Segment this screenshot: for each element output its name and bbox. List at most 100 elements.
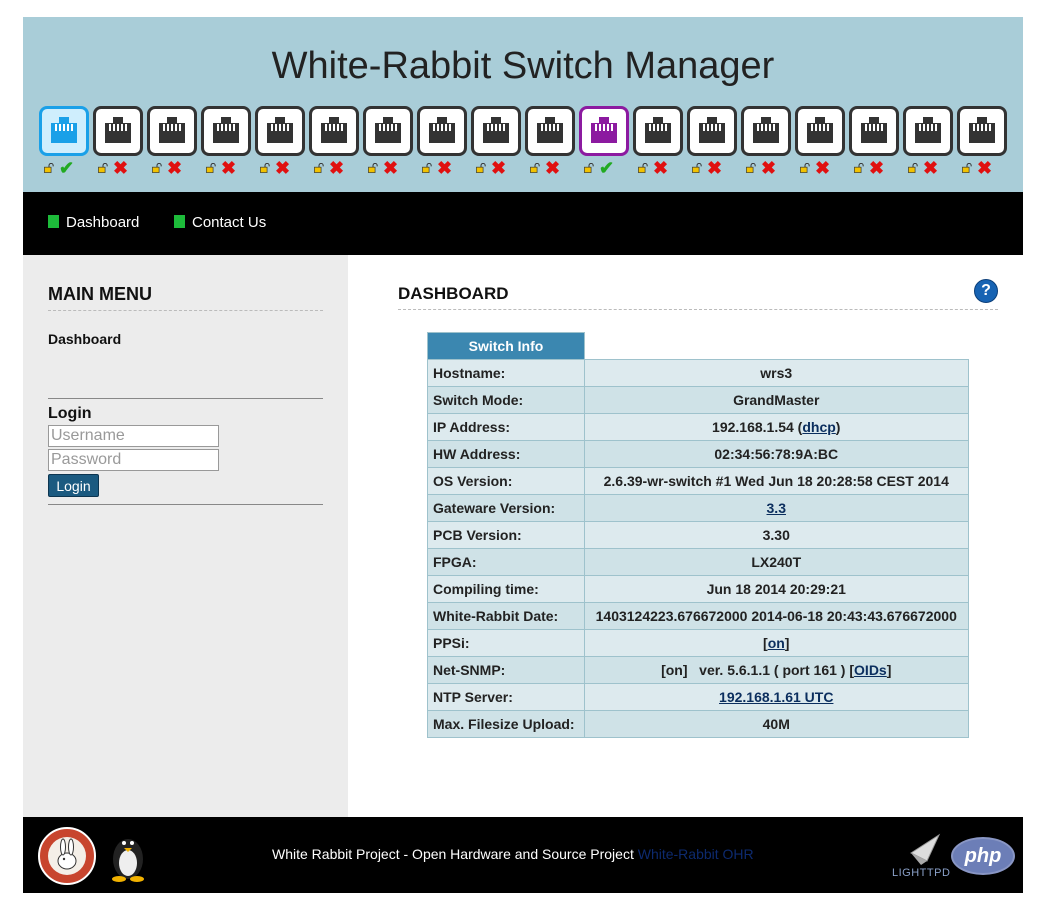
- unlocked-icon: [260, 163, 270, 173]
- square-bullet-icon: [174, 215, 185, 228]
- nav-dashboard-label: Dashboard: [66, 214, 140, 231]
- cross-icon: ✖: [221, 158, 237, 178]
- ethernet-port-icon: [579, 106, 629, 156]
- row-value: GrandMaster: [584, 386, 969, 414]
- ethernet-port-icon: [147, 106, 197, 156]
- row-value: 3.30: [584, 521, 969, 549]
- row-label: Gateware Version:: [427, 494, 585, 522]
- unlocked-icon: [152, 163, 162, 173]
- port-4[interactable]: ✖: [201, 106, 251, 178]
- table-row: Gateware Version: 3.3: [427, 494, 969, 522]
- gateware-link[interactable]: 3.3: [767, 500, 786, 516]
- port-17[interactable]: ✖: [903, 106, 953, 178]
- cross-icon: ✖: [923, 158, 939, 178]
- nav-contact-us[interactable]: Contact Us: [174, 214, 266, 231]
- port-12[interactable]: ✖: [633, 106, 683, 177]
- ethernet-port-icon: [633, 106, 683, 156]
- nav-dashboard[interactable]: Dashboard: [48, 214, 139, 231]
- port-5[interactable]: ✖: [255, 106, 305, 178]
- password-input[interactable]: [48, 449, 219, 471]
- port-8[interactable]: ✖: [417, 106, 467, 178]
- oids-link[interactable]: OIDs: [854, 662, 887, 678]
- table-row: HW Address: 02:34:56:78:9A:BC: [427, 440, 969, 468]
- port-3[interactable]: ✖: [147, 106, 197, 177]
- table-row: NTP Server: 192.168.1.61 UTC: [427, 683, 969, 711]
- cross-icon: ✖: [869, 158, 885, 178]
- divider: [48, 504, 323, 505]
- ethernet-port-icon: [687, 106, 737, 156]
- row-value: [on]: [584, 629, 969, 657]
- unlocked-icon: [44, 163, 54, 173]
- sidebar-title: MAIN MENU: [48, 284, 152, 304]
- ethernet-port-icon: [795, 106, 845, 156]
- port-6[interactable]: ✖: [309, 106, 359, 178]
- divider: [398, 309, 998, 310]
- row-label: FPGA:: [427, 548, 585, 576]
- cross-icon: ✖: [977, 158, 993, 178]
- unlocked-icon: [314, 163, 324, 173]
- cross-icon: ✖: [761, 158, 777, 178]
- unlocked-icon: [584, 163, 594, 173]
- row-label: IP Address:: [427, 413, 585, 441]
- port-7[interactable]: ✖: [363, 106, 413, 177]
- square-bullet-icon: [48, 215, 59, 228]
- row-value: 192.168.1.54 (dhcp): [584, 413, 969, 441]
- port-10[interactable]: ✖: [525, 106, 575, 178]
- divider: [48, 398, 323, 399]
- ethernet-port-icon: [471, 106, 521, 156]
- table-row: OS Version: 2.6.39-wr-switch #1 Wed Jun …: [427, 467, 969, 495]
- table-row: Max. Filesize Upload: 40M: [427, 710, 969, 738]
- cross-icon: ✖: [329, 158, 345, 178]
- table-header: Switch Info: [427, 332, 585, 360]
- row-value: 2.6.39-wr-switch #1 Wed Jun 18 20:28:58 …: [584, 467, 969, 495]
- unlocked-icon: [854, 163, 864, 173]
- row-value: wrs3: [584, 359, 969, 387]
- cross-icon: ✖: [545, 158, 561, 178]
- port-15[interactable]: ✖: [795, 106, 845, 177]
- row-label: Max. Filesize Upload:: [427, 710, 585, 738]
- help-icon[interactable]: ?: [974, 279, 998, 303]
- row-label: PCB Version:: [427, 521, 585, 549]
- port-11[interactable]: ✔: [579, 106, 629, 177]
- login-button[interactable]: Login: [48, 474, 99, 497]
- unlocked-icon: [476, 163, 486, 173]
- ppsi-link[interactable]: on: [768, 635, 785, 651]
- row-value: 3.3: [584, 494, 969, 522]
- tux-logo: [112, 839, 144, 882]
- ethernet-port-icon: [525, 106, 575, 156]
- svg-text:LIGHTTPD: LIGHTTPD: [892, 867, 950, 879]
- row-label: White-Rabbit Date:: [427, 602, 585, 630]
- rabbit-icon: [57, 838, 77, 870]
- dhcp-link[interactable]: dhcp: [802, 419, 835, 435]
- page-title: White-Rabbit Switch Manager: [271, 45, 775, 87]
- cross-icon: ✖: [437, 158, 453, 178]
- switch-info-table: Switch Info Hostname: wrs3 Switch Mode: …: [427, 332, 969, 738]
- port-14[interactable]: ✖: [741, 106, 791, 178]
- unlocked-icon: [746, 163, 756, 173]
- username-input[interactable]: [48, 425, 219, 447]
- port-1[interactable]: ✔: [39, 106, 89, 178]
- port-18[interactable]: ✖: [957, 106, 1007, 178]
- row-value: 1403124223.676672000 2014-06-18 20:43:43…: [584, 602, 969, 630]
- unlocked-icon: [422, 163, 432, 173]
- unlocked-icon: [800, 163, 810, 173]
- ip-value: 192.168.1.54: [712, 419, 794, 435]
- port-2[interactable]: ✖: [93, 106, 143, 177]
- divider: [48, 310, 323, 311]
- checkmark-icon: ✔: [59, 158, 75, 178]
- port-16[interactable]: ✖: [849, 106, 899, 178]
- footer-ohr-link[interactable]: White-Rabbit OHR: [638, 846, 754, 862]
- cross-icon: ✖: [275, 158, 291, 178]
- ntp-link[interactable]: 192.168.1.61 UTC: [719, 689, 833, 705]
- unlocked-icon: [98, 163, 108, 173]
- table-row: Net-SNMP: [on] ver. 5.6.1.1 ( port 161 )…: [427, 656, 969, 684]
- header: White-Rabbit Switch Manager ✔ ✖ ✖ ✖ ✖ ✖ ✖ ✖ ✖ ✖ ✔ ✖…: [23, 17, 1023, 192]
- snmp-value: [on] ver. 5.6.1.1 ( port 161 ): [661, 662, 846, 678]
- port-9[interactable]: ✖: [471, 106, 521, 177]
- sidebar-item-dashboard[interactable]: Dashboard: [48, 331, 121, 347]
- port-13[interactable]: ✖: [687, 106, 737, 177]
- ethernet-port-icon: [363, 106, 413, 156]
- row-label: OS Version:: [427, 467, 585, 495]
- table-row: PPSi: [on]: [427, 629, 969, 657]
- table-row: Hostname: wrs3: [427, 359, 969, 387]
